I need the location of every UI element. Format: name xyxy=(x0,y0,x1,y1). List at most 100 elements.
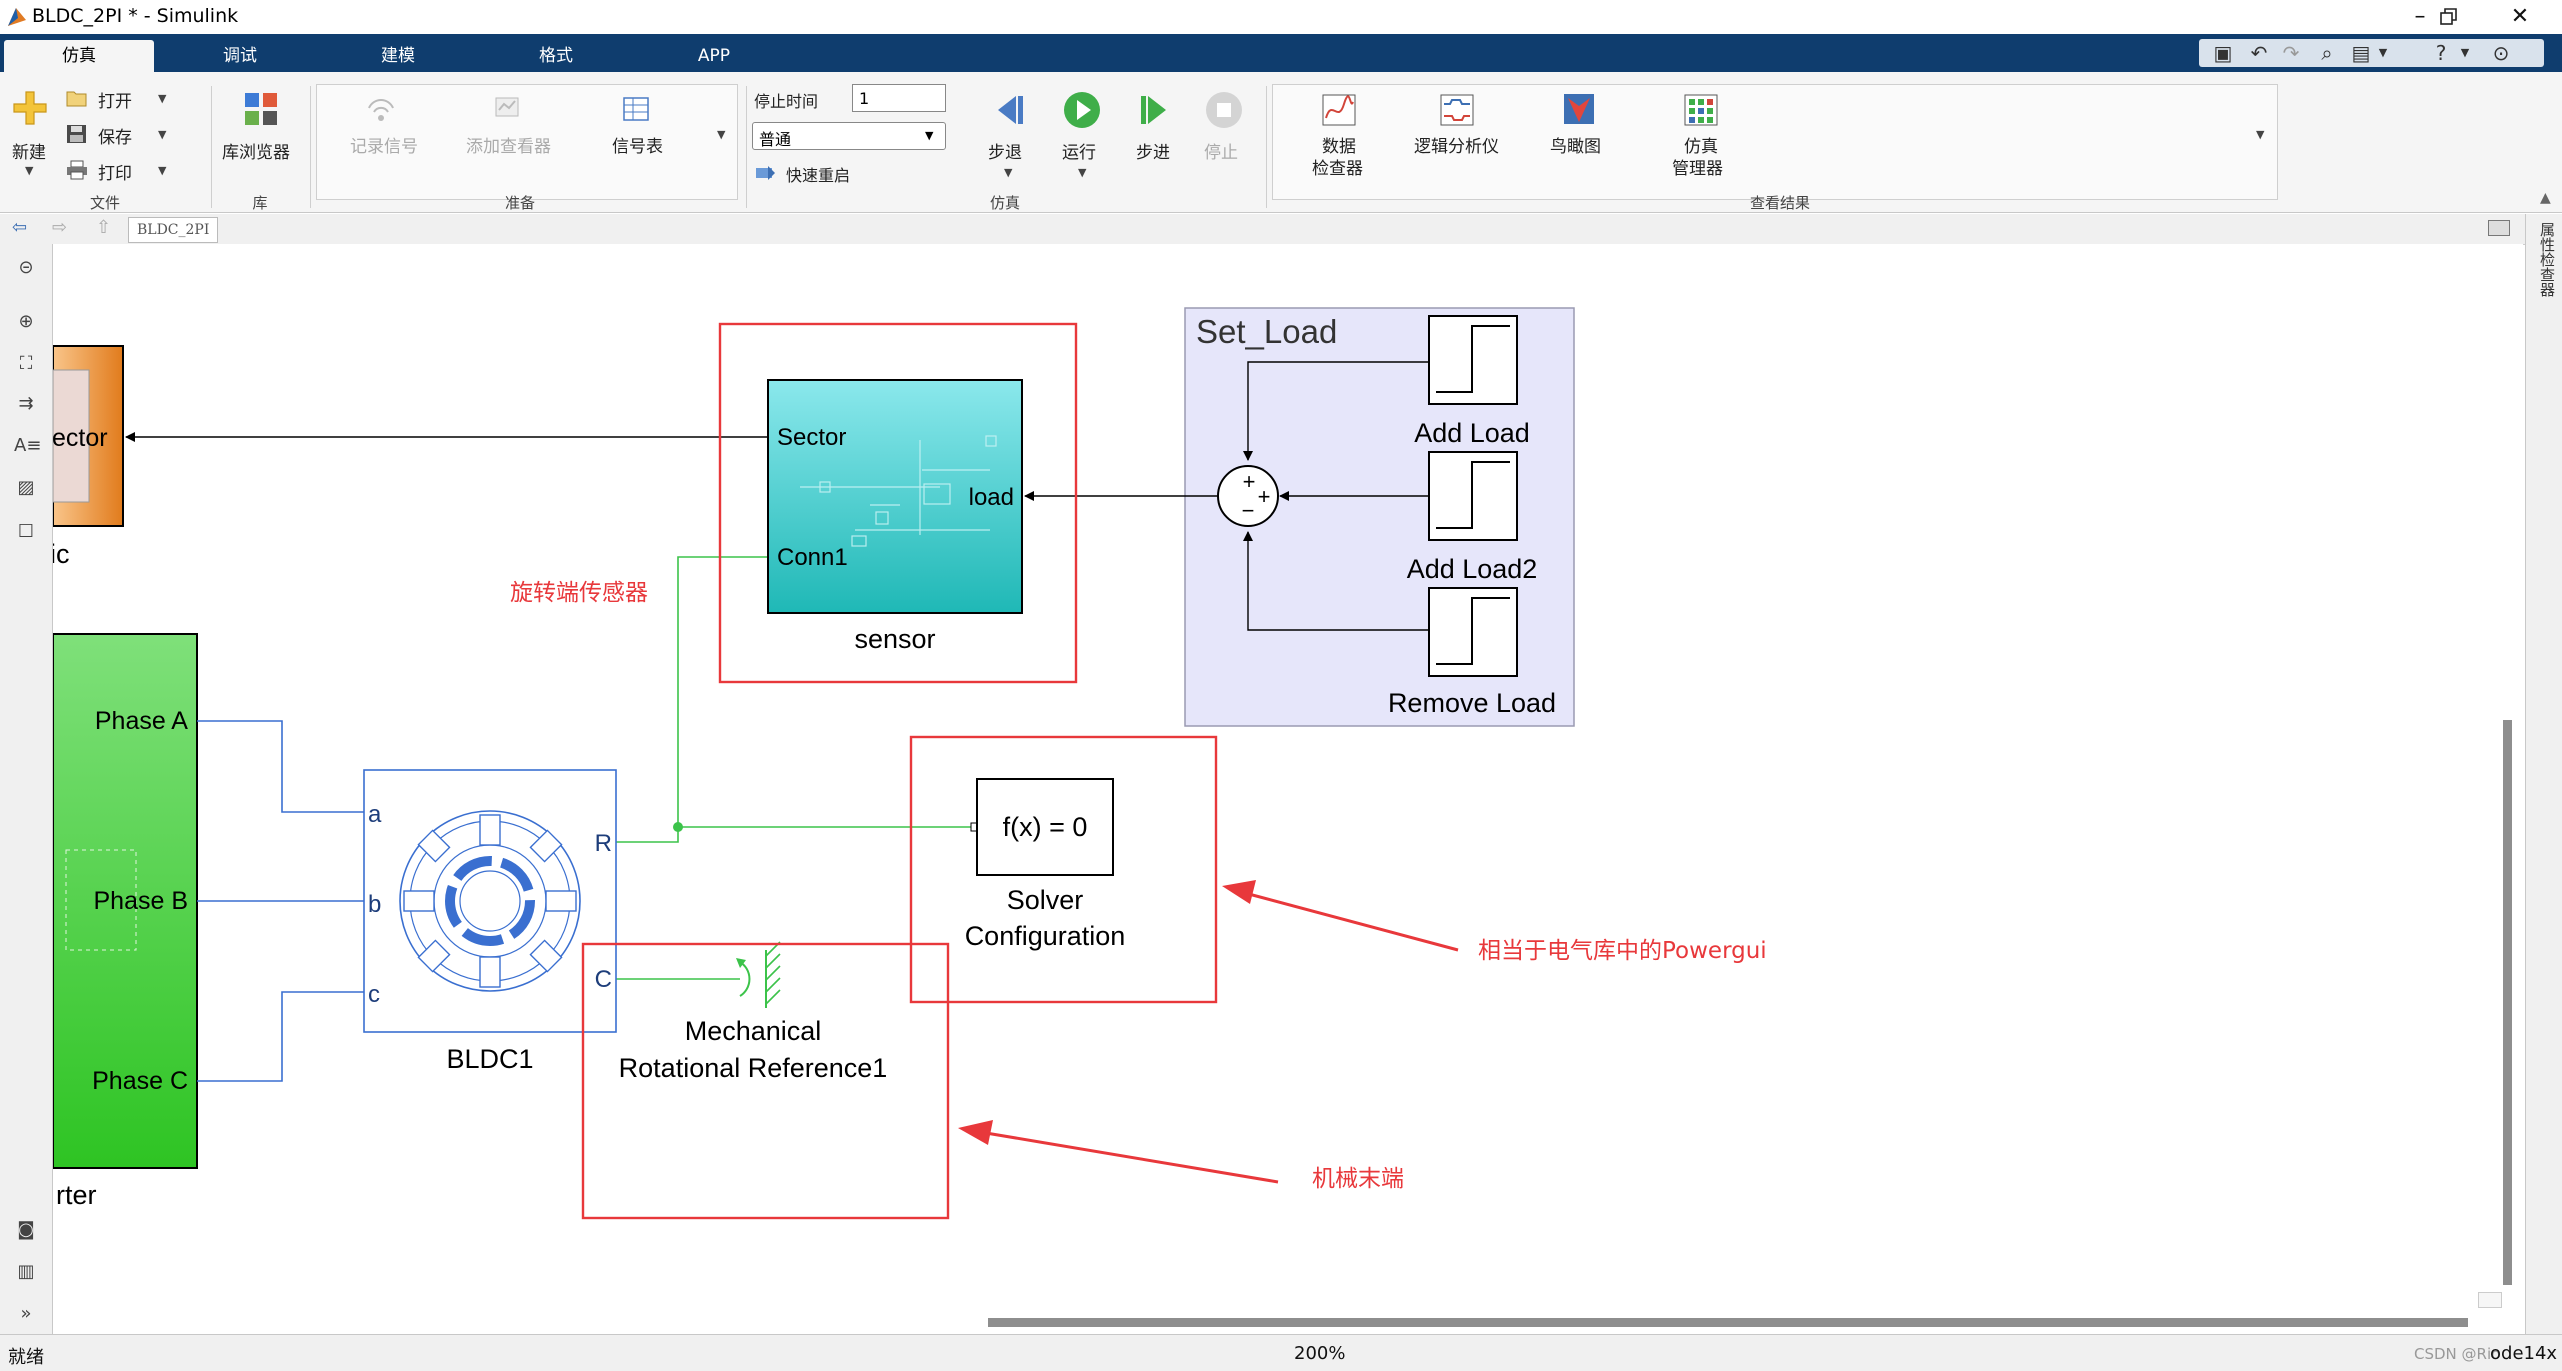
signal-table-button[interactable]: 信号表 xyxy=(612,132,663,157)
tab-simulation[interactable]: 仿真 xyxy=(4,40,154,72)
sim-manager-label-2[interactable]: 管理器 xyxy=(1672,154,1723,179)
logic-block[interactable]: ector jic xyxy=(53,345,124,569)
tab-app[interactable]: APP xyxy=(654,40,774,72)
restore-window-icon[interactable] xyxy=(2440,8,2458,26)
horizontal-scrollbar[interactable] xyxy=(988,1318,2468,1327)
chevron-down-icon[interactable]: ▼ xyxy=(2371,41,2395,65)
sensor-block[interactable]: Sector load Conn1 sensor xyxy=(767,379,1023,654)
log-signals-icon xyxy=(368,99,394,121)
chevron-down-icon[interactable]: ▼ xyxy=(158,128,166,141)
zoom-icon[interactable]: ⊕ xyxy=(14,310,38,334)
sum-sign-plus-top: + xyxy=(1243,469,1256,494)
set-load-area[interactable]: Set_Load Add Load Add Load2 Remove Load xyxy=(1024,307,1575,727)
library-browser-icon[interactable] xyxy=(244,92,278,126)
print-button[interactable]: 打印 xyxy=(98,159,132,184)
canvas-corner-icon[interactable] xyxy=(2478,1292,2502,1308)
back-arrow-icon[interactable]: ⇦ xyxy=(12,217,27,238)
sum-block[interactable]: + + − xyxy=(1217,465,1279,527)
physical-wires[interactable] xyxy=(616,556,975,980)
chevron-down-icon[interactable]: ▼ xyxy=(1004,166,1012,179)
stop-time-input[interactable]: 1 xyxy=(852,84,946,112)
log-signals-button[interactable]: 记录信号 xyxy=(350,132,418,157)
add-load2-label: Add Load2 xyxy=(1407,554,1538,584)
inverter-block[interactable]: Phase A Phase B Phase C rter xyxy=(53,633,198,1210)
collapse-ribbon-icon[interactable]: ⊙ xyxy=(2489,41,2513,65)
stop-button[interactable]: 停止 xyxy=(1204,138,1238,163)
run-button[interactable]: 运行 xyxy=(1062,138,1096,163)
mechanical-reference-block[interactable]: Mechanical Rotational Reference1 xyxy=(619,941,888,1083)
chevron-down-icon[interactable]: ▼ xyxy=(158,164,166,177)
data-inspector-label-2[interactable]: 检查器 xyxy=(1312,154,1363,179)
redo-icon[interactable]: ↷ xyxy=(2279,41,2303,65)
fit-to-view-icon[interactable]: ⛶ xyxy=(14,352,38,376)
step-back-button[interactable]: 步退 xyxy=(988,138,1022,163)
forward-arrow-icon[interactable]: ⇨ xyxy=(52,217,67,238)
new-button[interactable]: 新建 xyxy=(12,138,46,163)
chevron-down-icon[interactable]: ▼ xyxy=(717,128,725,141)
undo-icon[interactable]: ↶ xyxy=(2247,41,2271,65)
open-button[interactable]: 打开 xyxy=(98,87,132,112)
remove-load-label: Remove Load xyxy=(1388,688,1556,718)
fast-restart-icon xyxy=(756,166,775,180)
bldc-block[interactable]: a b c R C BLDC1 xyxy=(363,769,617,1074)
find-icon[interactable]: ▤ xyxy=(2349,41,2373,65)
stop-time-label: 停止时间 xyxy=(754,92,819,111)
mech-ref-caption-1: Mechanical xyxy=(685,1016,822,1046)
tab-format[interactable]: 格式 xyxy=(496,40,616,72)
vertical-scrollbar[interactable] xyxy=(2503,720,2512,1285)
help-icon[interactable]: ? xyxy=(2429,41,2453,65)
chevron-down-icon[interactable]: ▼ xyxy=(1078,166,1086,179)
arrow-lines-icon[interactable]: ⇉ xyxy=(14,392,38,416)
new-model-icon[interactable] xyxy=(12,90,48,126)
group-divider xyxy=(211,86,212,208)
breadcrumb: ⇦ ⇨ ⇧ BLDC_2PI xyxy=(0,214,2525,245)
birds-eye-button[interactable]: 鸟瞰图 xyxy=(1550,132,1601,157)
logic-analyzer-button[interactable]: 逻辑分析仪 xyxy=(1414,132,1499,157)
step-back-icon[interactable] xyxy=(988,90,1028,130)
save-icon[interactable]: ▣ xyxy=(2211,41,2235,65)
area-icon[interactable]: ☐ xyxy=(14,520,38,544)
search-icon[interactable]: ⌕ xyxy=(2315,41,2339,65)
inverter-port-phase-c: Phase C xyxy=(92,1067,188,1095)
property-inspector-tab[interactable]: 属性检查器 xyxy=(2528,222,2558,322)
diagram-canvas[interactable]: ector jic Phase A Phase B Phase C rter xyxy=(53,244,2523,1332)
simulation-mode-select[interactable]: 普通 ▼ xyxy=(752,122,946,150)
breadcrumb-model[interactable]: BLDC_2PI xyxy=(128,217,219,243)
model-browser-icon[interactable]: ▥ xyxy=(14,1260,38,1284)
run-icon[interactable] xyxy=(1062,90,1102,130)
step-block-add-load[interactable]: Add Load xyxy=(1414,315,1530,448)
chevron-down-icon[interactable]: ▼ xyxy=(2256,128,2264,141)
close-icon[interactable]: ✕ xyxy=(2490,2,2550,32)
phase-wires[interactable] xyxy=(197,720,364,1082)
zoom-level: 200% xyxy=(1294,1343,1346,1364)
image-icon[interactable]: ▨ xyxy=(14,476,38,500)
group-divider xyxy=(1266,86,1267,208)
mech-ref-caption-2: Rotational Reference1 xyxy=(619,1053,888,1083)
right-side-panel xyxy=(2525,214,2562,1334)
group-label-prepare: 准备 xyxy=(504,194,535,212)
annotation-icon[interactable]: A≡ xyxy=(14,434,41,458)
bldc-caption: BLDC1 xyxy=(446,1044,533,1074)
stop-icon[interactable] xyxy=(1204,90,1244,130)
solver-configuration-block[interactable]: f(x) = 0 Solver Configuration xyxy=(965,778,1126,951)
step-forward-button[interactable]: 步进 xyxy=(1136,138,1170,163)
screenshot-icon[interactable]: ◙ xyxy=(14,1218,38,1242)
explorer-bar-icon[interactable] xyxy=(2488,220,2510,236)
panel-collapse-icon[interactable]: ▲ xyxy=(2540,190,2551,206)
save-button[interactable]: 保存 xyxy=(98,123,132,148)
library-browser-button[interactable]: 库浏览器 xyxy=(222,138,290,163)
add-viewer-button[interactable]: 添加查看器 xyxy=(466,132,551,157)
chevron-down-icon[interactable]: ▼ xyxy=(2453,41,2477,65)
expand-icon[interactable]: » xyxy=(14,1302,38,1326)
chevron-down-icon[interactable]: ▼ xyxy=(158,92,166,105)
quick-access-toolbar: ▣ ↶ ↷ ⌕ ▤ ▼ ? ▼ ⊙ xyxy=(2199,39,2544,67)
tab-debug[interactable]: 调试 xyxy=(180,40,300,72)
wire-junction xyxy=(673,822,683,832)
up-arrow-icon[interactable]: ⇧ xyxy=(96,217,111,238)
chevron-down-icon[interactable]: ▼ xyxy=(25,164,33,177)
fast-restart-button[interactable]: 快速重启 xyxy=(786,162,850,186)
hide-show-icon[interactable]: ⊝ xyxy=(14,256,38,280)
step-forward-icon[interactable] xyxy=(1136,90,1176,130)
tab-modeling[interactable]: 建模 xyxy=(338,40,458,72)
inverter-port-phase-b: Phase B xyxy=(93,887,188,915)
